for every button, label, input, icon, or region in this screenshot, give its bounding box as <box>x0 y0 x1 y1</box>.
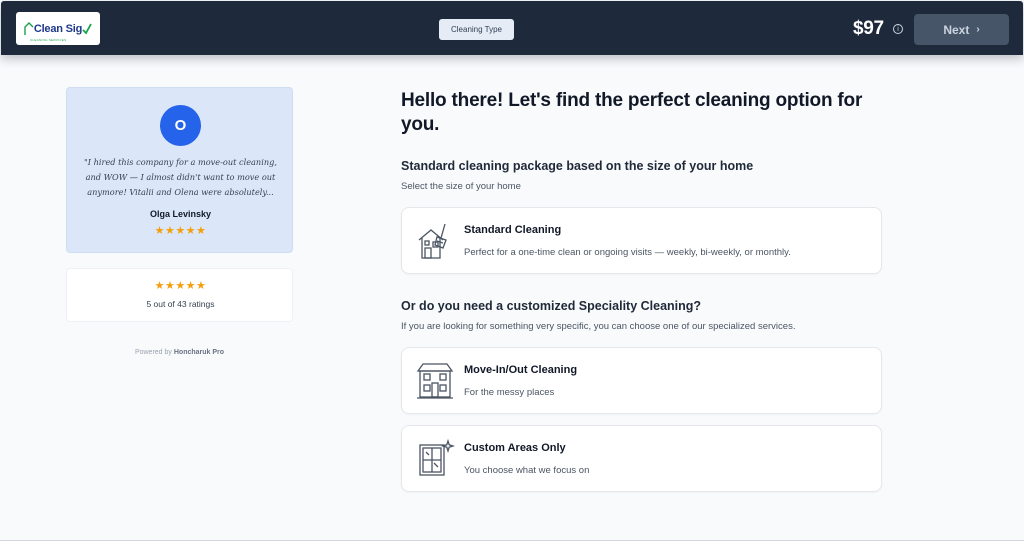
reviewer-name: Olga Levinsky <box>149 209 212 219</box>
chevron-right-icon: › <box>976 24 980 35</box>
check-logo-icon <box>82 23 92 34</box>
powered-by: Powered by Honcharuk Pro <box>66 349 293 356</box>
logo-text: Clean Sig <box>33 22 83 35</box>
special-section-subtitle: If you are looking for something very sp… <box>401 321 796 332</box>
option-title: Standard Cleaning <box>464 224 562 236</box>
special-section-title: Or do you need a customized Speciality C… <box>401 299 702 313</box>
option-description: For the messy places <box>464 387 555 398</box>
avatar: O <box>160 105 201 146</box>
total-price: $97 <box>853 18 884 39</box>
rating-count: 5 out of 43 ratings <box>146 299 215 309</box>
powered-by-brand[interactable]: Honcharuk Pro <box>174 349 224 356</box>
standard-section-title: Standard cleaning package based on the s… <box>401 159 754 173</box>
logo[interactable]: Clean Sig CLEANING SERVICES <box>16 12 100 45</box>
info-icon[interactable]: i <box>893 24 903 34</box>
review-stars: ★★★★★ <box>154 225 207 237</box>
option-title: Custom Areas Only <box>464 442 566 454</box>
option-description: Perfect for a one-time clean or ongoing … <box>464 247 791 258</box>
rating-summary-card: ★★★★★ 5 out of 43 ratings <box>66 268 293 322</box>
option-standard-cleaning[interactable]: Standard Cleaning Perfect for a one-time… <box>401 207 882 274</box>
option-move-in-out[interactable]: Move-In/Out Cleaning For the messy place… <box>401 347 882 414</box>
option-description: You choose what we focus on <box>464 465 590 476</box>
page-title: Hello there! Let's find the perfect clea… <box>401 90 863 135</box>
house-broom-icon <box>418 223 447 259</box>
next-button-label: Next <box>943 22 970 37</box>
logo-subtext: CLEANING SERVICES <box>30 38 67 42</box>
next-button[interactable]: Next › <box>914 14 1009 45</box>
standard-section-subtitle: Select the size of your home <box>401 181 521 192</box>
review-card: O "I hired this company for a move-out c… <box>66 87 293 253</box>
option-custom-areas[interactable]: Custom Areas Only You choose what we foc… <box>401 425 882 492</box>
rating-stars: ★★★★★ <box>154 280 207 292</box>
option-title: Move-In/Out Cleaning <box>464 364 578 376</box>
building-icon <box>416 363 454 399</box>
top-bar: Clean Sig CLEANING SERVICES Cleaning Typ… <box>1 1 1023 55</box>
powered-by-prefix: Powered by <box>134 349 172 356</box>
page: Clean Sig CLEANING SERVICES Cleaning Typ… <box>0 0 1024 541</box>
step-indicator: Cleaning Type <box>439 19 514 40</box>
window-sparkle-icon <box>419 439 455 476</box>
review-quote: "I hired this company for a move-out cle… <box>84 157 277 197</box>
house-logo-icon <box>24 21 34 35</box>
